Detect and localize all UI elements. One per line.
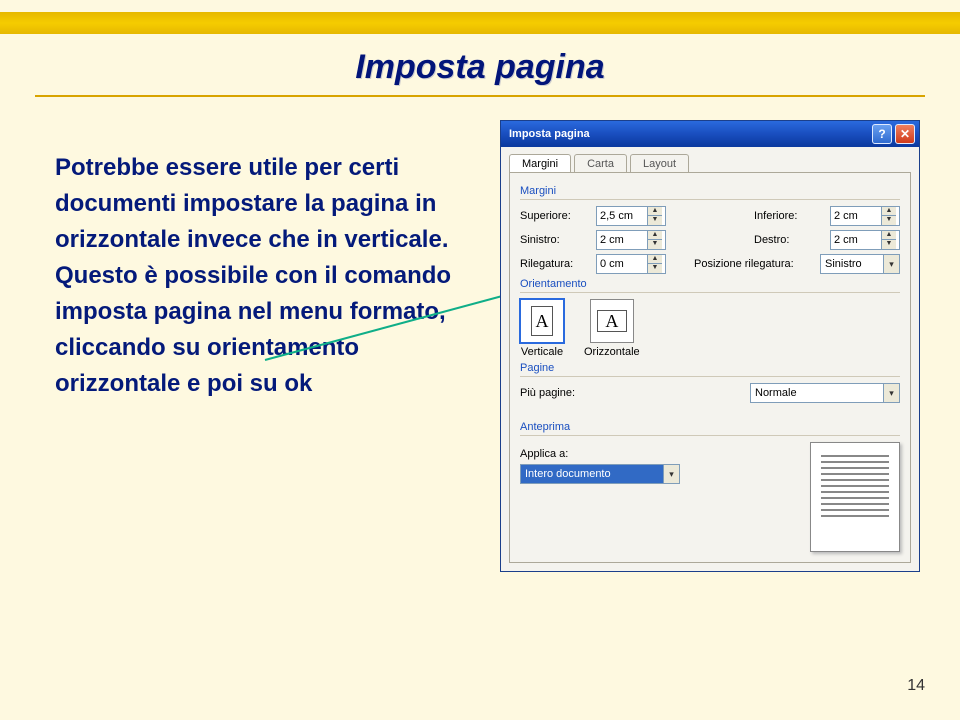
title-rule — [35, 95, 925, 97]
chevron-down-icon: ▾ — [883, 255, 899, 273]
select-piu-pagine[interactable]: Normale ▾ — [750, 383, 900, 403]
chevron-down-icon[interactable]: ▼ — [648, 216, 662, 225]
label-applica-a: Applica a: — [520, 448, 790, 460]
chevron-down-icon: ▾ — [663, 465, 679, 483]
select-applica-a[interactable]: Intero documento ▾ — [520, 464, 680, 484]
chevron-down-icon: ▾ — [883, 384, 899, 402]
page-setup-dialog: Imposta pagina ? ✕ Margini Carta Layout … — [500, 120, 920, 572]
label-rilegatura: Rilegatura: — [520, 258, 590, 270]
page-title: Imposta pagina — [0, 48, 960, 87]
spinner-sinistro[interactable]: ▲▼ — [596, 230, 666, 250]
help-button[interactable]: ? — [872, 124, 892, 144]
select-value: Normale — [755, 387, 883, 399]
section-preview: Anteprima — [520, 421, 900, 436]
select-value: Intero documento — [525, 468, 663, 480]
dialog-title-text: Imposta pagina — [509, 128, 869, 140]
input-destro[interactable] — [831, 231, 881, 249]
spinner-superiore[interactable]: ▲▼ — [596, 206, 666, 226]
select-value: Sinistro — [825, 258, 883, 270]
orientation-vertical-label: Verticale — [521, 346, 563, 358]
orientation-horizontal[interactable]: A Orizzontale — [584, 299, 640, 358]
close-button[interactable]: ✕ — [895, 124, 915, 144]
top-accent-stripe — [0, 12, 960, 34]
preview-page-icon — [810, 442, 900, 552]
tab-carta[interactable]: Carta — [574, 154, 627, 173]
chevron-up-icon[interactable]: ▲ — [882, 231, 896, 240]
label-inferiore: Inferiore: — [754, 210, 824, 222]
chevron-down-icon[interactable]: ▼ — [648, 240, 662, 249]
input-rilegatura[interactable] — [597, 255, 647, 273]
spinner-rilegatura[interactable]: ▲▼ — [596, 254, 666, 274]
tab-panel-margini: Margini Superiore: ▲▼ Inferiore: ▲▼ Sini… — [509, 172, 911, 563]
chevron-down-icon[interactable]: ▼ — [882, 216, 896, 225]
input-inferiore[interactable] — [831, 207, 881, 225]
spinner-inferiore[interactable]: ▲▼ — [830, 206, 900, 226]
orientation-portrait-icon: A — [520, 299, 564, 343]
section-margins: Margini — [520, 185, 900, 200]
orientation-horizontal-label: Orizzontale — [584, 346, 640, 358]
chevron-up-icon[interactable]: ▲ — [648, 255, 662, 264]
label-destro: Destro: — [754, 234, 824, 246]
dialog-titlebar[interactable]: Imposta pagina ? ✕ — [501, 121, 919, 147]
input-superiore[interactable] — [597, 207, 647, 225]
chevron-up-icon[interactable]: ▲ — [648, 207, 662, 216]
close-icon: ✕ — [900, 127, 910, 141]
page-number: 14 — [907, 677, 925, 695]
tab-margini[interactable]: Margini — [509, 154, 571, 173]
spinner-destro[interactable]: ▲▼ — [830, 230, 900, 250]
orientation-landscape-icon: A — [590, 299, 634, 343]
chevron-up-icon[interactable]: ▲ — [882, 207, 896, 216]
label-posizione-rilegatura: Posizione rilegatura: — [694, 258, 814, 270]
tab-strip: Margini Carta Layout — [501, 147, 919, 172]
chevron-up-icon[interactable]: ▲ — [648, 231, 662, 240]
label-sinistro: Sinistro: — [520, 234, 590, 246]
section-orientation: Orientamento — [520, 278, 900, 293]
chevron-down-icon[interactable]: ▼ — [882, 240, 896, 249]
select-posizione-rilegatura[interactable]: Sinistro ▾ — [820, 254, 900, 274]
help-icon: ? — [878, 127, 885, 141]
tab-layout[interactable]: Layout — [630, 154, 689, 173]
chevron-down-icon[interactable]: ▼ — [648, 264, 662, 273]
orientation-vertical[interactable]: A Verticale — [520, 299, 564, 358]
label-superiore: Superiore: — [520, 210, 590, 222]
label-piu-pagine: Più pagine: — [520, 387, 600, 399]
input-sinistro[interactable] — [597, 231, 647, 249]
body-text: Potrebbe essere utile per certi document… — [55, 150, 455, 402]
section-pages: Pagine — [520, 362, 900, 377]
